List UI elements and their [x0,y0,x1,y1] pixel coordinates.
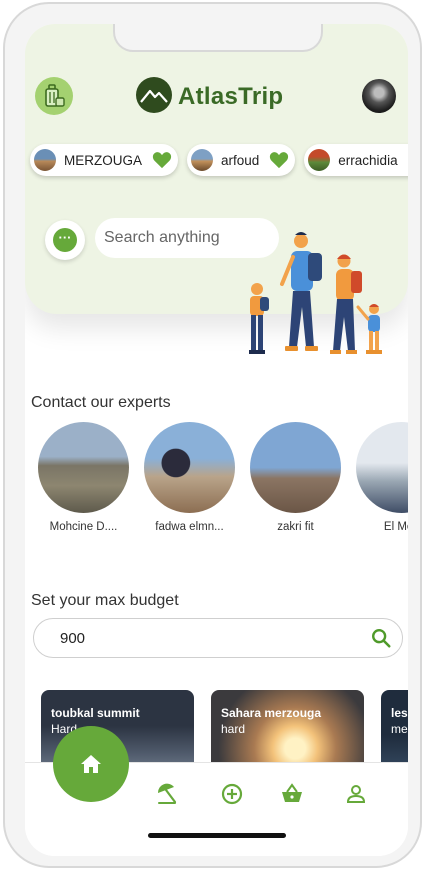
app-screen: 1:53 AtlasTrip MERZOUGA arfoud errachidi… [25,24,408,856]
expert-name: zakri fit [277,521,314,533]
expert-name: El Mek [383,521,408,533]
battery-icon [362,40,380,49]
expert-card[interactable]: fadwa elmn... [144,422,235,542]
destination-thumbnail [191,149,214,171]
status-time: 1:53 [59,37,86,52]
expert-card[interactable]: El Mek [356,422,408,542]
mountain-logo-icon [136,77,172,113]
device-frame: 1:53 AtlasTrip MERZOUGA arfoud errachidi… [3,2,422,868]
destination-chip[interactable]: MERZOUGA [30,144,179,176]
destination-thumbnail [34,149,56,171]
budget-value: 900 [60,630,86,647]
luggage-icon[interactable] [35,77,73,115]
status-icons [338,40,380,49]
chat-button[interactable]: ··· [45,220,85,260]
user-avatar[interactable] [362,79,396,113]
home-button[interactable] [53,726,129,802]
expert-photo [144,422,235,513]
home-indicator [148,833,286,838]
chat-icon: ··· [53,228,77,252]
heart-icon[interactable] [269,151,289,169]
trip-title: les [391,706,408,720]
destination-thumbnail [308,149,331,171]
trip-title: toubkal summit [51,706,140,720]
device-notch [113,24,323,52]
expert-card[interactable]: zakri fit [250,422,341,542]
expert-name: Mohcine D.... [49,521,118,533]
search-icon[interactable] [370,627,392,649]
expert-photo [250,422,341,513]
beach-umbrella-icon[interactable] [155,782,179,806]
family-hikers-illustration [249,232,382,354]
trip-level: hard [221,722,246,736]
destination-label: MERZOUGA [64,152,143,168]
budget-input[interactable]: 900 [33,618,403,658]
expert-photo [38,422,129,513]
destination-chip[interactable]: errachidia [304,144,408,176]
expert-name: fadwa elmn... [155,521,224,533]
signal-icon [338,40,356,49]
home-icon [81,755,101,773]
trip-title: Sahara merzouga [221,706,322,720]
budget-section-title: Set your max budget [31,592,179,609]
experts-carousel: Mohcine D.... fadwa elmn... zakri fit El… [38,422,408,542]
destination-chips: MERZOUGA arfoud errachidia [30,144,408,176]
expert-card[interactable]: Mohcine D.... [38,422,129,542]
trip-level: me [391,722,408,736]
destination-label: errachidia [338,152,398,168]
destination-label: arfoud [221,152,260,168]
add-circle-icon[interactable] [220,782,244,806]
heart-icon[interactable] [152,151,172,169]
app-brand-name: AtlasTrip [178,83,284,110]
expert-photo [356,422,408,513]
profile-icon[interactable] [344,782,368,806]
experts-section-title: Contact our experts [31,394,171,411]
basket-icon[interactable] [280,782,304,806]
destination-chip[interactable]: arfoud [187,144,296,176]
